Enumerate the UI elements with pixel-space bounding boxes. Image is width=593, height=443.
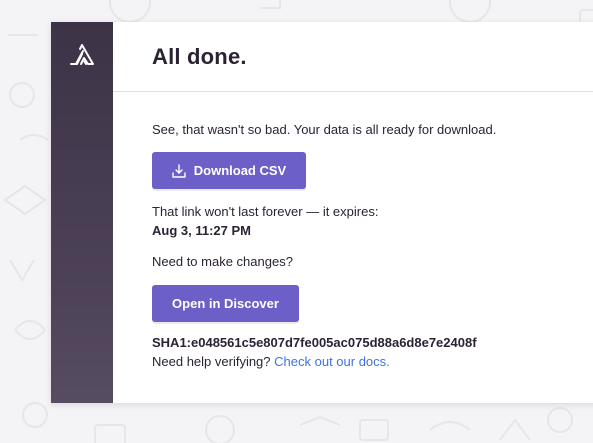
expiry-date: Aug 3, 11:27 PM [152, 223, 251, 238]
changes-text: Need to make changes? [152, 254, 293, 269]
help-line: Need help verifying? Check out our docs. [152, 354, 390, 369]
export-complete-card: All done. See, that wasn't so bad. Your … [51, 22, 593, 403]
open-in-discover-label: Open in Discover [172, 296, 279, 311]
sha1-checksum: SHA1:e048561c5e807d7fe005ac075d88a6d8e7e… [152, 335, 477, 350]
header: All done. [113, 22, 593, 92]
sidebar [51, 22, 113, 403]
download-csv-button[interactable]: Download CSV [152, 152, 306, 189]
open-in-discover-button[interactable]: Open in Discover [152, 285, 299, 322]
docs-link[interactable]: Check out our docs. [274, 354, 390, 369]
download-icon [172, 163, 186, 178]
page-title: All done. [152, 44, 247, 69]
sentry-logo-icon [70, 44, 94, 65]
main-content: All done. See, that wasn't so bad. Your … [113, 22, 593, 403]
intro-text: See, that wasn't so bad. Your data is al… [152, 122, 497, 137]
expiry-text: That link won't last forever — it expire… [152, 204, 379, 219]
help-text: Need help verifying? [152, 354, 271, 369]
download-csv-label: Download CSV [193, 163, 287, 178]
